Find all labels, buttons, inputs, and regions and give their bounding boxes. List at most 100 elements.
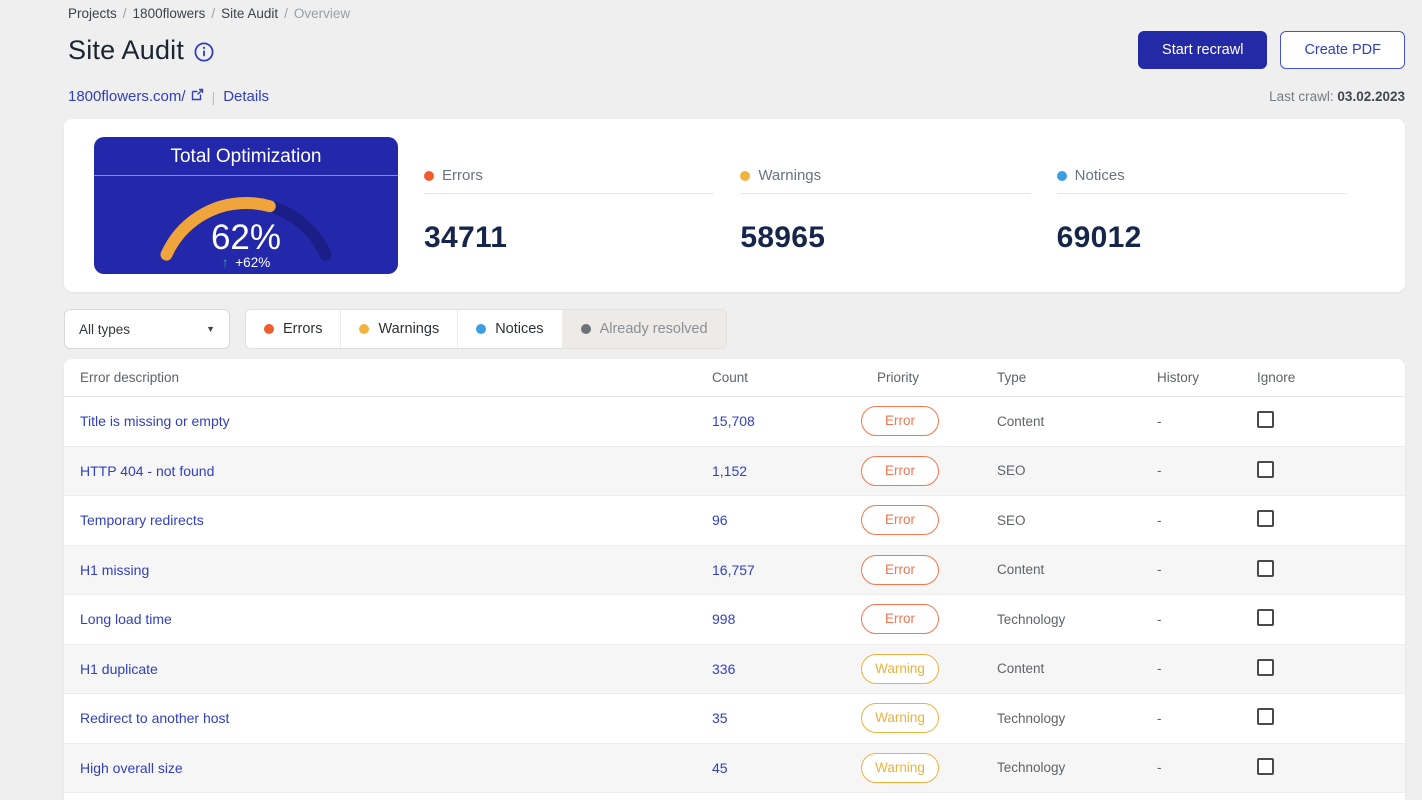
stat-label: Warnings [758, 167, 822, 184]
stat-underline [740, 193, 1031, 194]
ignore-checkbox[interactable] [1257, 708, 1274, 726]
stat-value: 69012 [1056, 221, 1142, 254]
issue-count-link[interactable]: 998 [712, 611, 735, 627]
issue-history: - [1157, 512, 1162, 528]
column-header-description: Error description [80, 370, 180, 385]
info-icon[interactable] [194, 41, 214, 62]
issue-description-link[interactable]: H1 duplicate [80, 661, 158, 677]
page-title: Site Audit [68, 34, 185, 65]
issue-count-link[interactable]: 45 [712, 760, 728, 776]
stat-label: Errors [442, 167, 483, 184]
table-row: HTTP 404 - not found 1,152 Error SEO - [64, 446, 1405, 496]
breadcrumb-item[interactable]: Site Audit [221, 6, 278, 21]
details-link[interactable]: Details [223, 88, 269, 105]
table-row: H1 missing 16,757 Error Content - [64, 545, 1405, 595]
issue-count-link[interactable]: 15,708 [712, 413, 755, 429]
summary-stats: Errors 34711 Warnings 58965 Notices 6901… [424, 137, 1373, 255]
issue-description-link[interactable]: HTTP 404 - not found [80, 463, 214, 479]
ignore-checkbox[interactable] [1257, 411, 1274, 429]
stat-label: Notices [1074, 167, 1125, 184]
issue-description-link[interactable]: Redirect to another host [80, 710, 229, 726]
type-filter-dropdown[interactable]: All types ▼ [64, 309, 230, 349]
issue-history: - [1157, 760, 1162, 776]
issue-description-link[interactable]: H1 missing [80, 562, 149, 578]
severity-filter-group: Errors Warnings Notices Already resolved [245, 309, 727, 349]
priority-badge: Warning [861, 752, 939, 783]
arrow-up-icon: ↑ [222, 255, 229, 270]
table-row: Redirect to another host 35 Warning Tech… [64, 694, 1405, 744]
summary-stat: Notices 69012 [1056, 167, 1373, 255]
issue-count-link[interactable]: 35 [712, 710, 728, 726]
issue-history: - [1157, 463, 1162, 479]
table-row: H1 duplicate 336 Warning Content - [64, 644, 1405, 694]
stat-underline [424, 193, 715, 194]
issue-history: - [1157, 611, 1162, 627]
issue-description-link[interactable]: Long load time [80, 611, 172, 627]
chevron-down-icon: ▼ [206, 324, 215, 334]
create-pdf-button[interactable]: Create PDF [1280, 31, 1405, 69]
ignore-checkbox[interactable] [1257, 460, 1274, 478]
priority-badge: Error [861, 505, 939, 536]
ignore-checkbox[interactable] [1257, 559, 1274, 577]
site-url: 1800flowers.com/ [68, 88, 186, 105]
issue-history: - [1157, 562, 1162, 578]
last-crawl: Last crawl: 03.02.2023 [1269, 89, 1405, 104]
column-header-count: Count [712, 370, 749, 385]
breadcrumb: Projects / 1800flowers / Site Audit / Overview [68, 6, 1405, 21]
issues-table: Error description Count Priority Type Hi… [64, 359, 1405, 800]
severity-filter-segment[interactable]: Warnings [341, 310, 459, 348]
priority-badge: Error [861, 604, 939, 635]
external-link-icon[interactable] [191, 88, 204, 105]
gauge-arc: 62% ↑ +62% [160, 196, 332, 270]
issue-type: SEO [997, 512, 1026, 528]
issue-description-link[interactable]: Title is missing or empty [80, 413, 230, 429]
stat-value: 34711 [424, 221, 508, 254]
issue-history: - [1157, 413, 1162, 429]
table-row: Title is missing or empty 15,708 Error C… [64, 397, 1405, 447]
ignore-checkbox[interactable] [1257, 609, 1274, 627]
priority-badge: Error [861, 554, 939, 585]
issue-history: - [1157, 710, 1162, 726]
status-dot-icon [424, 170, 434, 181]
ignore-checkbox[interactable] [1257, 658, 1274, 676]
status-dot-icon [264, 324, 274, 334]
severity-filter-segment[interactable]: Already resolved [562, 310, 726, 348]
breadcrumb-item[interactable]: Projects [68, 6, 117, 21]
status-dot-icon [359, 324, 370, 334]
column-header-type: Type [997, 370, 1027, 385]
issue-count-link[interactable]: 16,757 [712, 562, 755, 578]
issue-description-link[interactable]: High overall size [80, 760, 183, 776]
site-url-link[interactable]: 1800flowers.com/ [68, 88, 204, 105]
stat-underline [1056, 193, 1347, 194]
gauge-value: 62% [211, 218, 281, 257]
issue-count-link[interactable]: 1,152 [712, 463, 747, 479]
breadcrumb-separator: / [284, 6, 288, 21]
issue-type: Content [997, 562, 1045, 578]
gauge-title: Total Optimization [170, 146, 322, 167]
divider: | [211, 88, 216, 105]
summary-stat: Errors 34711 [424, 167, 740, 255]
ignore-checkbox[interactable] [1257, 757, 1274, 775]
issue-count-link[interactable]: 96 [712, 512, 728, 528]
priority-badge: Error [861, 406, 939, 437]
severity-filter-segment[interactable]: Errors [246, 310, 342, 348]
breadcrumb-item: Overview [293, 6, 351, 21]
priority-badge: Warning [861, 703, 939, 734]
ignore-checkbox[interactable] [1257, 510, 1274, 528]
filter-row: All types ▼ Errors Warnings Notices Alre… [64, 309, 1405, 349]
start-recrawl-button[interactable]: Start recrawl [1138, 31, 1268, 69]
severity-filter-segment[interactable]: Notices [458, 310, 563, 348]
table-row: Temporary redirects 96 Error SEO - [64, 496, 1405, 546]
table-body: Title is missing or empty 15,708 Error C… [64, 397, 1405, 800]
status-dot-icon [1056, 170, 1067, 181]
issue-description-link[interactable]: Temporary redirects [80, 512, 204, 528]
issue-type: Technology [997, 760, 1066, 776]
issue-type: Technology [997, 611, 1066, 627]
segment-label: Notices [495, 321, 544, 337]
segment-label: Errors [283, 321, 323, 337]
breadcrumb-item[interactable]: 1800flowers [133, 6, 206, 21]
issue-type: SEO [997, 463, 1026, 479]
issue-count-link[interactable]: 336 [712, 661, 735, 677]
total-optimization-gauge: Total Optimization 62% ↑ +62% [94, 137, 398, 274]
issue-type: Technology [997, 710, 1066, 726]
